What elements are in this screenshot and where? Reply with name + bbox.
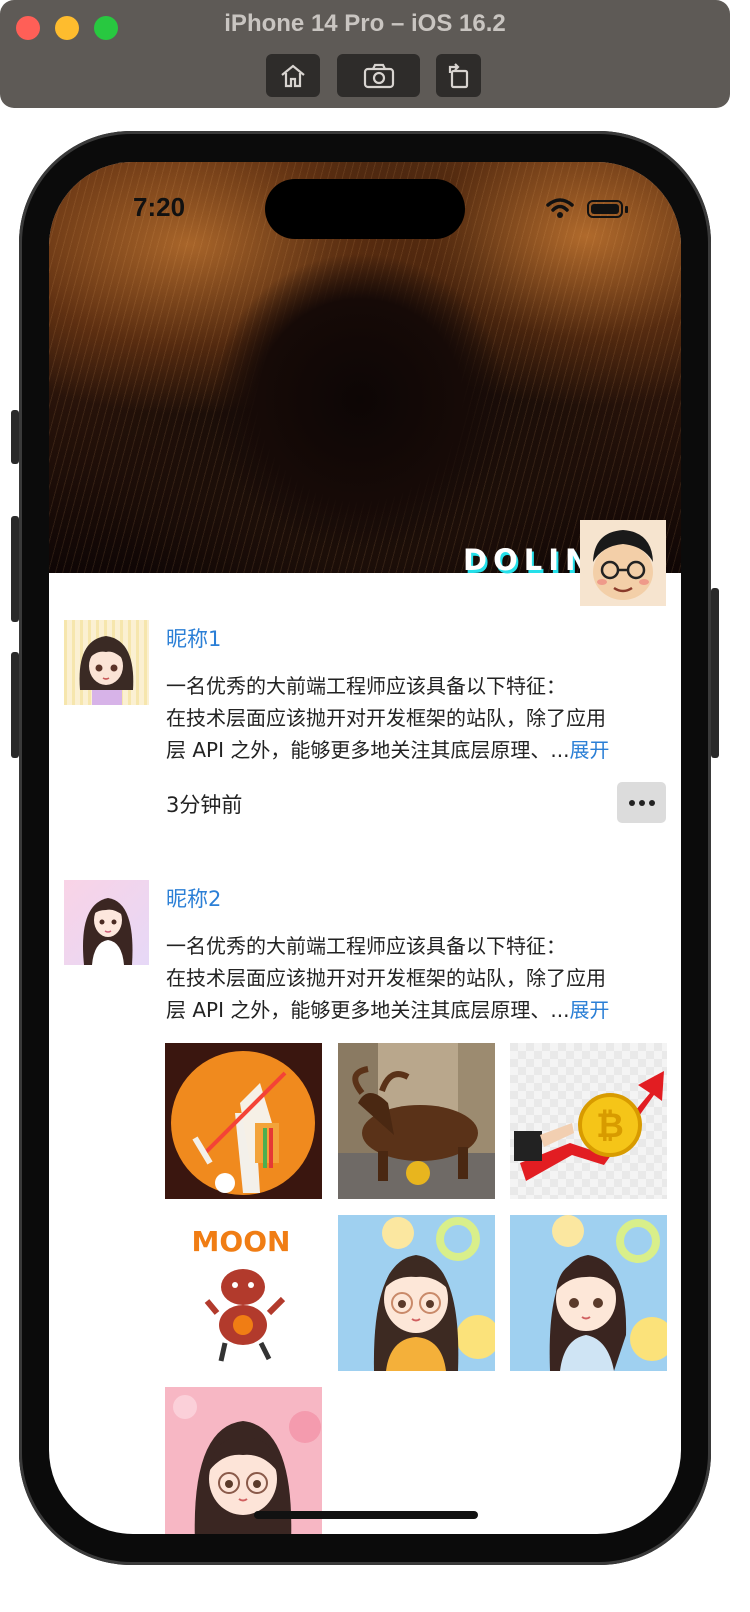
post-text-line: 层 API 之外，能够更多地关注其底层原理、...	[166, 738, 570, 762]
post-image-1[interactable]	[165, 1043, 322, 1199]
moon-text: MOON	[192, 1225, 291, 1258]
bitcoin-cartoon-icon	[165, 1043, 322, 1199]
post-text: 一名优秀的大前端工程师应该具备以下特征： 在技术层面应该抛开对开发框架的站队，除…	[166, 930, 666, 1026]
post-image-2[interactable]	[338, 1043, 495, 1199]
simulator-title: iPhone 14 Pro – iOS 16.2	[224, 10, 506, 37]
cartoon-face-avatar-icon	[580, 520, 666, 606]
svg-text:₿: ₿	[596, 1106, 624, 1146]
post-text-line: 一名优秀的大前端工程师应该具备以下特征：	[166, 674, 566, 698]
battery-icon	[587, 200, 623, 218]
bull-statue-icon	[338, 1043, 495, 1199]
post-image-4[interactable]: MOON	[165, 1215, 322, 1371]
post-text-line: 在技术层面应该抛开对开发框架的站队，除了应用	[166, 706, 606, 730]
post-image-6[interactable]	[510, 1215, 667, 1371]
post-text-line: 层 API 之外，能够更多地关注其底层原理、...	[166, 998, 570, 1022]
wifi-icon	[546, 198, 574, 218]
profile-brand-text: DOLIN	[463, 543, 596, 577]
rotate-button[interactable]	[436, 54, 481, 97]
power-button	[711, 588, 719, 758]
girl-glasses-icon	[338, 1215, 495, 1371]
bitcoin-arrow-icon: ₿	[510, 1043, 667, 1199]
post-avatar[interactable]	[64, 620, 149, 705]
home-button[interactable]	[266, 54, 320, 97]
post-image-5[interactable]	[338, 1215, 495, 1371]
home-icon	[281, 64, 305, 87]
post-nickname[interactable]: 昵称2	[166, 883, 221, 913]
volume-up-button	[11, 516, 19, 622]
profile-avatar[interactable]	[580, 520, 666, 606]
post-text-line: 在技术层面应该抛开对开发框架的站队，除了应用	[166, 966, 606, 990]
dynamic-island	[265, 179, 465, 239]
expand-link[interactable]: 展开	[569, 738, 609, 762]
volume-down-button	[11, 652, 19, 758]
phone-screen: 7:20 DOLIN 昵称1 一名优秀的大前端工程师应该具备以下特征： 在技术层…	[49, 162, 681, 1534]
post-avatar[interactable]	[64, 880, 149, 965]
girl-avatar-icon	[64, 880, 149, 965]
post-text: 一名优秀的大前端工程师应该具备以下特征： 在技术层面应该抛开对开发框架的站队，除…	[166, 670, 666, 766]
more-options-button[interactable]	[617, 782, 666, 823]
girl-braids-icon	[510, 1215, 667, 1371]
rotate-icon	[448, 62, 468, 88]
post-text-line: 一名优秀的大前端工程师应该具备以下特征：	[166, 934, 566, 958]
home-indicator[interactable]	[254, 1511, 478, 1519]
screenshot-button[interactable]	[337, 54, 420, 97]
simulator-title-bar: iPhone 14 Pro – iOS 16.2	[0, 0, 730, 108]
moon-bull-icon: MOON	[165, 1215, 322, 1371]
mute-switch	[11, 410, 19, 464]
post-time: 3分钟前	[166, 793, 243, 817]
expand-link[interactable]: 展开	[569, 998, 609, 1022]
battery-cap	[625, 206, 628, 213]
post-nickname[interactable]: 昵称1	[166, 623, 221, 653]
cover-figure	[139, 202, 599, 582]
post-image-3[interactable]: ₿	[510, 1043, 667, 1199]
girl-avatar-icon	[64, 620, 149, 705]
camera-icon	[363, 63, 394, 88]
status-time: 7:20	[133, 192, 186, 222]
